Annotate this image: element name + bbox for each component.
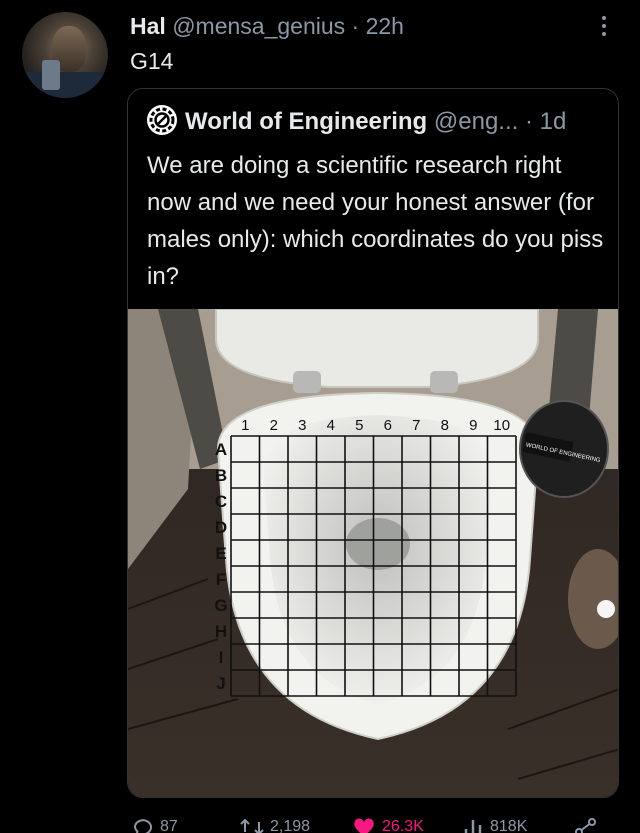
grid-column-label: 4	[327, 417, 335, 434]
views-button[interactable]: 818K	[462, 816, 527, 833]
grid-column-label: 8	[441, 417, 449, 434]
author-handle[interactable]: @mensa_genius	[172, 13, 345, 39]
grid-row-label: J	[216, 674, 225, 693]
grid-column-label: 2	[270, 417, 278, 434]
water-drain	[346, 518, 410, 570]
quoted-tweet-card[interactable]: World of Engineering @eng... · 1d We are…	[127, 88, 619, 798]
cat-muzzle	[597, 600, 615, 618]
share-icon	[575, 818, 596, 833]
retweet-button[interactable]: 2,198	[240, 816, 310, 833]
grid-row-label: I	[219, 648, 224, 667]
more-options-icon[interactable]	[594, 12, 614, 40]
quoted-tweet-time[interactable]: 1d	[540, 108, 567, 135]
heart-icon	[354, 818, 374, 833]
left-hinge	[293, 371, 321, 393]
like-button[interactable]: 26.3K	[352, 816, 424, 833]
grid-column-label: 1	[241, 417, 249, 434]
grid-row-label: H	[215, 622, 227, 641]
avatar-shadow	[22, 72, 108, 98]
toilet-grid-photo[interactable]: WORLD OF ENGINEERING 1 2 3 4 5 6 7 8 9 10 ABCDEFG…	[128, 309, 619, 798]
grid-row-label: B	[215, 466, 227, 485]
reply-icon	[133, 819, 152, 833]
grid-row-label: E	[215, 544, 226, 563]
grid-column-label: 5	[355, 417, 363, 434]
share-button[interactable]	[574, 816, 604, 833]
grid-column-label: 6	[384, 417, 392, 434]
views-icon	[464, 820, 482, 833]
right-hinge	[430, 371, 458, 393]
reply-button[interactable]: 87	[132, 816, 178, 833]
author-name[interactable]: Hal	[130, 13, 166, 39]
separator-dot: ·	[351, 13, 360, 39]
avatar-cup	[42, 60, 60, 90]
tweet-header: Hal @mensa_genius · 22h	[130, 10, 404, 42]
grid-row-label: D	[215, 518, 227, 537]
author-avatar[interactable]	[22, 12, 108, 98]
gear-logo-icon	[147, 104, 177, 135]
quoted-tweet-text: We are doing a scientific research right…	[147, 152, 604, 290]
separator-dot: ·	[524, 108, 533, 135]
tweet-text: G14	[130, 48, 174, 74]
quoted-author-handle[interactable]: @eng...	[434, 108, 518, 135]
grid-column-label: 9	[469, 417, 477, 434]
retweet-icon	[240, 818, 264, 833]
tweet-actions: 87 2,198 26.3K 818K	[0, 814, 640, 833]
grid-row-label: A	[215, 440, 227, 459]
grid-row-label: G	[214, 596, 227, 615]
reply-count: 87	[160, 818, 178, 833]
grid-column-label: 7	[412, 417, 420, 434]
toilet-lid	[215, 309, 539, 388]
grid-column-label: 10	[493, 417, 510, 434]
quoted-tweet-header: World of Engineering @eng... · 1d	[147, 104, 567, 139]
tweet-time[interactable]: 22h	[366, 13, 404, 39]
grid-row-label: F	[216, 570, 226, 589]
quoted-author-name[interactable]: World of Engineering	[185, 108, 427, 135]
grid-column-label: 3	[298, 417, 306, 434]
like-count: 26.3K	[382, 818, 424, 833]
retweet-count: 2,198	[270, 818, 311, 833]
view-count: 818K	[490, 818, 528, 833]
grid-row-label: C	[215, 492, 227, 511]
